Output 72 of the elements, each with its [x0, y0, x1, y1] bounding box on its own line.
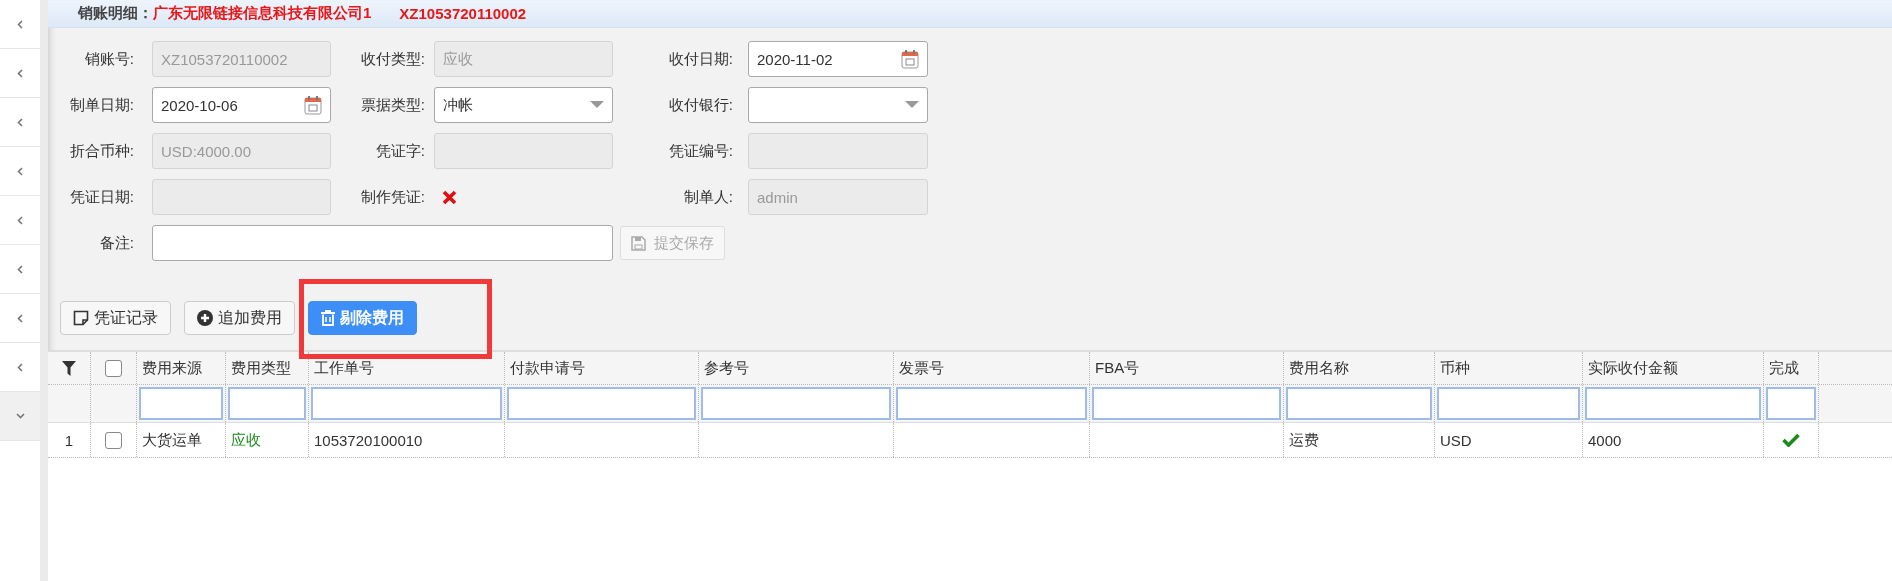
voucher-record-button[interactable]: 凭证记录 [60, 301, 171, 335]
field-label: 票据类型: [359, 94, 426, 115]
caret-icon[interactable] [905, 101, 919, 109]
chevron-left-icon[interactable] [17, 68, 23, 78]
field-label: 销账号: [83, 48, 135, 69]
column-filter-field[interactable] [311, 387, 502, 420]
column-header[interactable]: 发票号 [899, 358, 944, 378]
chevron-left-icon[interactable] [17, 215, 23, 225]
column-filter-field[interactable] [1092, 387, 1281, 420]
filter-icon[interactable] [62, 360, 76, 376]
dropdown-field[interactable] [748, 87, 928, 123]
column-filter-field[interactable] [228, 387, 306, 420]
field-label: 备注: [98, 232, 135, 253]
record-code: XZ1053720110002 [399, 5, 527, 22]
column-filter-field[interactable] [1437, 387, 1580, 420]
table-cell: 大货运单 [142, 430, 202, 450]
checkbox[interactable] [105, 359, 122, 377]
column-header[interactable]: 工作单号 [314, 358, 374, 378]
column-filter-field[interactable] [507, 387, 696, 420]
note-icon [73, 310, 89, 326]
table-cell: 运费 [1289, 430, 1319, 450]
column-header[interactable]: 实际收付金额 [1588, 358, 1678, 378]
column-header[interactable]: 完成 [1769, 358, 1799, 378]
chevron-left-icon[interactable] [17, 19, 23, 29]
calendar-icon[interactable] [304, 95, 322, 115]
company-name: 广东无限链接信息科技有限公司1 [153, 4, 372, 23]
table-cell: 1053720100010 [314, 431, 423, 449]
column-filter-field[interactable] [1585, 387, 1761, 420]
dropdown-field[interactable]: 冲帐 [434, 87, 613, 123]
table-cell: 应收 [231, 430, 261, 450]
chevron-left-icon[interactable] [17, 313, 23, 323]
row-number: 1 [64, 431, 74, 449]
field-label: 制单人: [682, 186, 734, 207]
column-header[interactable]: 费用来源 [142, 358, 202, 378]
column-filter-field[interactable] [1286, 387, 1432, 420]
chevron-left-icon[interactable] [17, 117, 23, 127]
column-filter-field[interactable] [1766, 387, 1816, 420]
plus-circle-icon [197, 310, 213, 326]
column-filter-field[interactable] [896, 387, 1087, 420]
field-label: 收付银行: [667, 94, 734, 115]
caret-icon[interactable] [590, 101, 604, 109]
column-filter-field[interactable] [701, 387, 891, 420]
chevron-left-icon[interactable] [17, 166, 23, 176]
chevron-left-icon[interactable] [17, 264, 23, 274]
date-field[interactable]: 2020-10-06 [152, 87, 331, 123]
field-label: 收付日期: [667, 48, 734, 69]
chevron-down-icon[interactable] [15, 413, 25, 419]
trash-icon [321, 310, 335, 326]
table-cell: USD [1440, 431, 1472, 449]
checkbox[interactable] [105, 431, 122, 449]
date-field[interactable]: 2020-11-02 [748, 41, 928, 77]
calendar-icon[interactable] [901, 49, 919, 69]
column-header[interactable]: 参考号 [704, 358, 749, 378]
table-cell: 4000 [1588, 431, 1622, 449]
field-label: 制作凭证: [359, 186, 426, 207]
column-header[interactable]: 付款申请号 [510, 358, 585, 378]
field-label: 制单日期: [68, 94, 135, 115]
column-filter-field[interactable] [139, 387, 223, 420]
header-label: 销账明细： [78, 4, 153, 23]
field-label: 凭证编号: [667, 140, 734, 161]
floppy-icon [631, 235, 646, 251]
field-label: 凭证字: [374, 140, 426, 161]
column-header[interactable]: FBA号 [1095, 358, 1140, 378]
field-label: 凭证日期: [68, 186, 135, 207]
column-header[interactable]: 币种 [1440, 358, 1470, 378]
column-header[interactable]: 费用名称 [1289, 358, 1349, 378]
column-header[interactable]: 费用类型 [231, 358, 291, 378]
field-label: 折合币种: [68, 140, 135, 161]
add-fee-button[interactable]: 追加费用 [184, 301, 295, 335]
chevron-left-icon[interactable] [17, 362, 23, 372]
remark-field[interactable] [152, 225, 613, 261]
field-label: 收付类型: [359, 48, 426, 69]
